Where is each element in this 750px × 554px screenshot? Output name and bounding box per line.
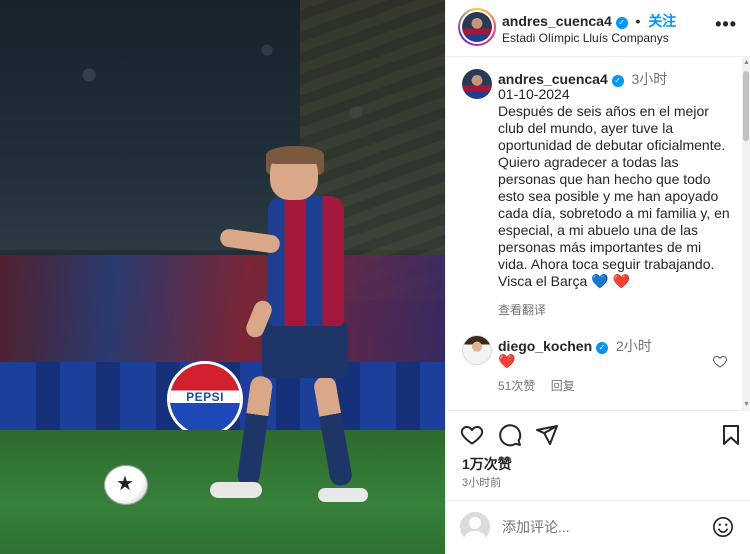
separator-dot: • (635, 13, 641, 29)
author-username[interactable]: andres_cuenca4 (502, 13, 612, 29)
reply-button[interactable]: 回复 (551, 379, 575, 393)
player-boot-left (210, 482, 262, 498)
player-shorts (262, 322, 348, 378)
player-boot-right (318, 488, 368, 502)
viewer-avatar (460, 512, 490, 542)
football (104, 465, 148, 505)
paper-plane-icon[interactable] (535, 423, 559, 447)
post-photo[interactable]: PEPSI (0, 0, 445, 554)
verified-badge-icon: ✓ (596, 342, 609, 354)
header-line: andres_cuenca4 ✓ • 关注 (502, 11, 676, 31)
football-player (210, 146, 370, 510)
see-translation-link[interactable]: 查看翻译 (498, 301, 546, 318)
scrollbar-thumb[interactable] (743, 71, 749, 141)
caption-time: 3小时 (631, 71, 668, 87)
player-shirt (268, 196, 344, 326)
comment-time: 2小时 (615, 338, 652, 354)
comment-bubble-icon[interactable] (498, 423, 522, 447)
heart-icon[interactable] (460, 423, 484, 447)
bookmark-icon[interactable] (719, 423, 743, 447)
comment-heart-icon[interactable] (712, 353, 728, 369)
comment-text: ❤️ (498, 353, 516, 369)
comment-input[interactable] (502, 514, 702, 540)
player-leg-right (312, 374, 354, 488)
follow-button[interactable]: 关注 (648, 13, 676, 29)
posted-time: 3小时前 (462, 477, 502, 489)
more-horizontal-icon[interactable]: ••• (715, 14, 737, 35)
post-sidebar: andres_cuenca4 ✓ • 关注 Estadi Olímpic Llu… (445, 0, 750, 554)
smiley-icon[interactable] (712, 516, 734, 538)
comments-scroll-area[interactable]: andres_cuenca4 ✓ 3小时 01-10-2024 Después … (446, 57, 750, 410)
comment-header: diego_kochen ✓ 2小时 (498, 336, 652, 356)
post-header: andres_cuenca4 ✓ • 关注 Estadi Olímpic Llu… (446, 0, 750, 57)
caption-text: 01-10-2024 Después de seis años en el me… (498, 86, 730, 289)
player-hair-top (266, 146, 324, 164)
verified-badge-icon: ✓ (615, 17, 628, 29)
likes-count[interactable]: 1万次赞 (462, 454, 512, 474)
comment-meta: 51次赞 回复 (498, 377, 575, 394)
author-avatar[interactable] (458, 8, 496, 46)
scroll-down-arrow-icon[interactable]: ▼ (743, 401, 750, 408)
add-comment-bar (446, 500, 750, 554)
post-actions: 1万次赞 3小时前 (446, 410, 750, 494)
comment-username[interactable]: diego_kochen (498, 338, 592, 354)
comment-avatar[interactable] (462, 335, 492, 365)
comment-likes-count[interactable]: 51次赞 (498, 379, 535, 393)
caption-username[interactable]: andres_cuenca4 (498, 71, 608, 87)
scroll-up-arrow-icon[interactable]: ▲ (743, 59, 750, 66)
scrollbar[interactable]: ▲ ▼ (742, 57, 750, 410)
caption-avatar[interactable] (462, 69, 492, 99)
player-leg-left (236, 375, 274, 487)
post-location[interactable]: Estadi Olímpic Lluís Companys (502, 31, 669, 45)
